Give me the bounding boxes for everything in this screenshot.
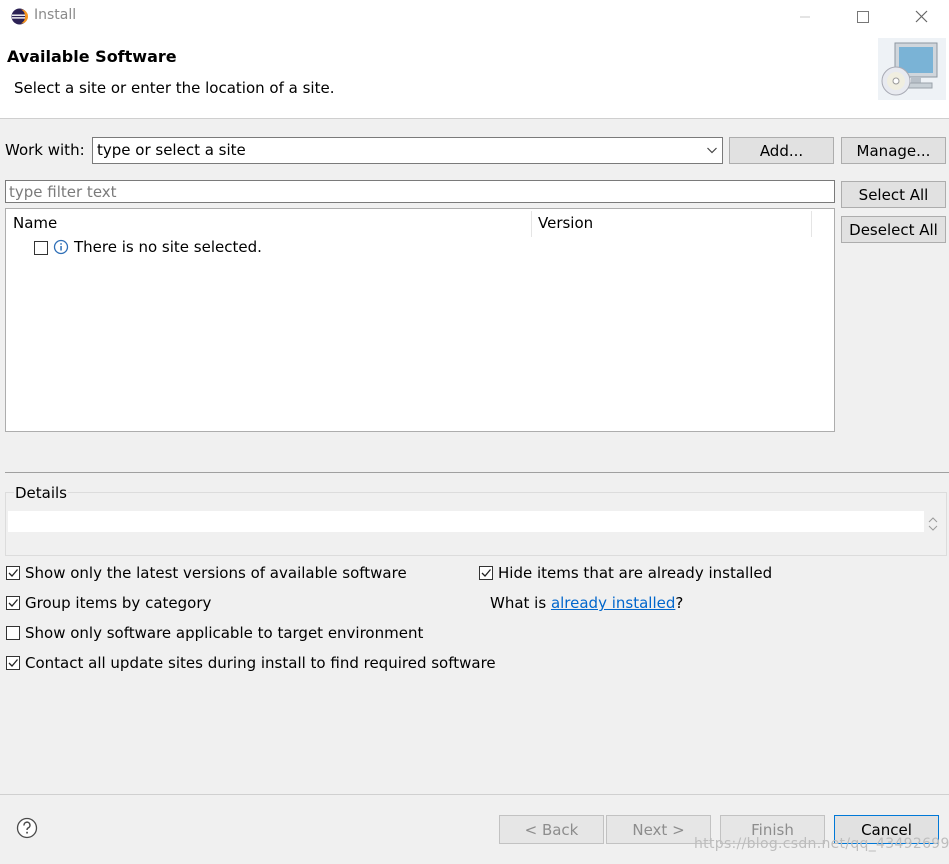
maximize-icon: [857, 10, 869, 23]
hide-installed-label[interactable]: Hide items that are already installed: [498, 564, 772, 582]
page-heading: Available Software: [7, 47, 177, 66]
watermark-text: https://blog.csdn.net/qq_43492699: [694, 836, 949, 852]
already-installed-line: What is already installed?: [490, 594, 683, 612]
page-description: Select a site or enter the location of a…: [14, 79, 335, 97]
deselect-all-button[interactable]: Deselect All: [841, 216, 946, 243]
manage-button[interactable]: Manage...: [841, 137, 946, 164]
column-divider: [811, 211, 812, 237]
row-checkbox[interactable]: [34, 241, 48, 255]
already-installed-link[interactable]: already installed: [551, 594, 675, 612]
column-header-version[interactable]: Version: [538, 214, 593, 238]
work-with-combo[interactable]: type or select a site: [92, 137, 723, 164]
contact-update-sites-checkbox[interactable]: [6, 656, 20, 670]
latest-versions-label[interactable]: Show only the latest versions of availab…: [25, 564, 407, 582]
wizard-header: [0, 33, 949, 119]
minimize-button[interactable]: [782, 0, 828, 33]
spinner-icon[interactable]: [926, 514, 940, 534]
details-label: Details: [14, 484, 69, 502]
close-button[interactable]: [898, 0, 944, 33]
minimize-icon: [800, 16, 810, 17]
filter-input[interactable]: [5, 180, 835, 203]
check-icon: [481, 569, 491, 577]
help-icon[interactable]: [16, 817, 38, 839]
already-installed-suffix: ?: [675, 594, 684, 612]
check-icon: [8, 659, 18, 667]
software-table[interactable]: Name Version There is no site selected.: [5, 208, 835, 432]
already-installed-prefix: What is: [490, 594, 551, 612]
eclipse-icon: [11, 8, 28, 25]
latest-versions-checkbox[interactable]: [6, 566, 20, 580]
maximize-button[interactable]: [840, 0, 886, 33]
info-icon: [53, 239, 69, 255]
group-by-category-label[interactable]: Group items by category: [25, 594, 211, 612]
dropdown-arrow-icon[interactable]: [706, 144, 718, 156]
table-row-name: There is no site selected.: [74, 238, 262, 256]
column-header-name[interactable]: Name: [13, 214, 57, 238]
target-environment-checkbox[interactable]: [6, 626, 20, 640]
footer-divider: [0, 794, 949, 795]
work-with-label: Work with:: [5, 141, 85, 159]
close-icon: [915, 10, 927, 23]
section-divider: [5, 472, 949, 473]
back-button[interactable]: < Back: [499, 815, 604, 844]
contact-update-sites-label[interactable]: Contact all update sites during install …: [25, 654, 496, 672]
column-divider: [531, 211, 532, 237]
group-by-category-checkbox[interactable]: [6, 596, 20, 610]
details-text-area[interactable]: [8, 511, 924, 532]
hide-installed-checkbox[interactable]: [479, 566, 493, 580]
check-icon: [8, 599, 18, 607]
select-all-button[interactable]: Select All: [841, 181, 946, 208]
window-title: Install: [34, 7, 77, 23]
check-icon: [8, 569, 18, 577]
work-with-value: type or select a site: [97, 141, 246, 159]
monitor-cd-icon: [878, 38, 946, 100]
target-environment-label[interactable]: Show only software applicable to target …: [25, 624, 423, 642]
add-button[interactable]: Add...: [729, 137, 834, 164]
